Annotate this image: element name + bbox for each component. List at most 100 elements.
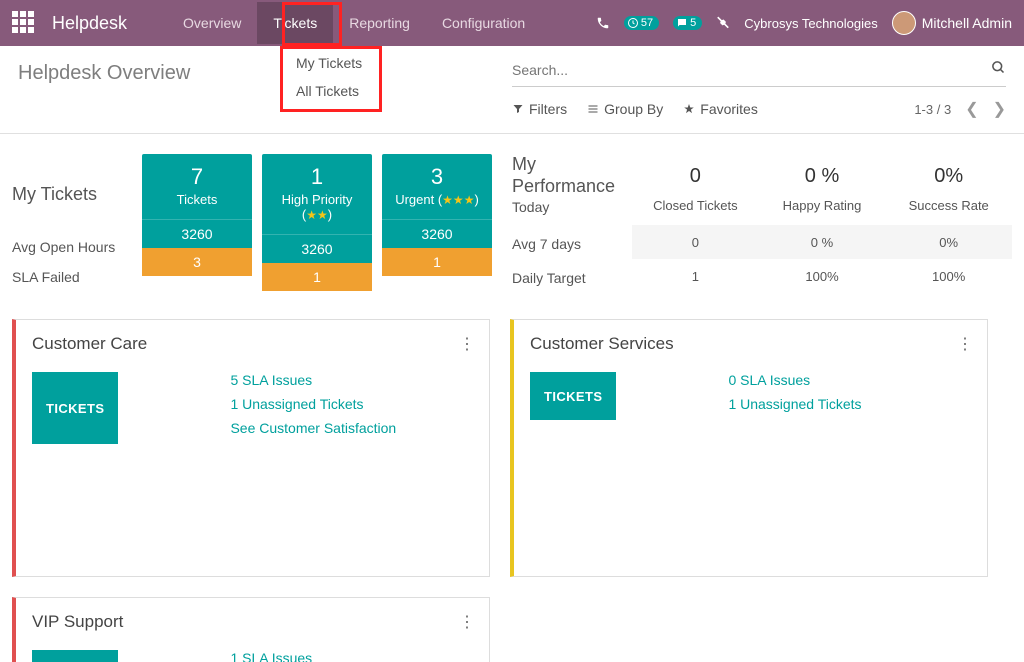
team-link[interactable]: 1 Unassigned Tickets xyxy=(230,396,473,412)
happy-rating-value: 0 % xyxy=(759,154,886,198)
avg-7days-label: Avg 7 days xyxy=(512,227,632,261)
stack-hp-bot: 1 xyxy=(262,263,372,291)
stack-tickets[interactable]: 7 Tickets 3260 3 xyxy=(142,154,252,299)
happy-rating-label: Happy Rating xyxy=(759,198,886,213)
groupby-label: Group By xyxy=(604,101,663,117)
stack-urgent-bot: 1 xyxy=(382,248,492,276)
team-title: VIP Support xyxy=(32,612,473,632)
perf-col-closed: 0 Closed Tickets 0 1 xyxy=(632,154,759,299)
filters-label: Filters xyxy=(529,101,567,117)
stack-tickets-mid: 3260 xyxy=(142,219,252,248)
team-link[interactable]: 1 Unassigned Tickets xyxy=(728,396,971,412)
daily-target-label: Daily Target xyxy=(512,261,632,295)
team-link[interactable]: See Customer Satisfaction xyxy=(230,420,473,436)
team-links: 1 SLA Issues xyxy=(230,650,473,662)
user-menu[interactable]: Mitchell Admin xyxy=(892,11,1012,35)
highlight-tickets-dropdown xyxy=(280,46,382,112)
navbar: Helpdesk Overview Tickets Reporting Conf… xyxy=(0,0,1024,46)
search-wrap xyxy=(512,56,1006,87)
tickets-button[interactable]: TICKETS xyxy=(32,372,118,444)
messages-count: 5 xyxy=(690,17,696,29)
teams: Customer Care ⋮ TICKETS 5 SLA Issues 1 U… xyxy=(12,319,1012,662)
stack-urgent[interactable]: 3 Urgent (★★★) 3260 1 xyxy=(382,154,492,299)
pager-next[interactable]: ❯ xyxy=(993,99,1006,119)
user-name: Mitchell Admin xyxy=(922,15,1012,31)
filters-button[interactable]: Filters xyxy=(512,101,567,117)
groupby-button[interactable]: Group By xyxy=(587,101,663,117)
success-avg7: 0% xyxy=(885,225,1012,259)
team-title: Customer Services xyxy=(530,334,971,354)
stack-high-priority[interactable]: 1 High Priority(★★) 3260 1 xyxy=(262,154,372,299)
sla-failed-label: SLA Failed xyxy=(12,269,142,285)
avatar xyxy=(892,11,916,35)
dashboard-row: My Tickets Avg Open Hours SLA Failed 7 T… xyxy=(12,154,1012,299)
tickets-button[interactable]: TICKETS xyxy=(530,372,616,420)
stack-urgent-mid: 3260 xyxy=(382,219,492,248)
stack-hp-mid: 3260 xyxy=(262,234,372,263)
my-tickets-heading: My Tickets xyxy=(12,184,142,205)
apps-icon[interactable] xyxy=(12,11,36,35)
tickets-button[interactable]: TICKETS xyxy=(32,650,118,662)
closed-target: 1 xyxy=(632,259,759,293)
success-rate-value: 0% xyxy=(885,154,1012,198)
activity-badge[interactable]: 57 xyxy=(624,16,659,30)
nav-link-overview[interactable]: Overview xyxy=(167,2,257,44)
messages-badge[interactable]: 5 xyxy=(673,16,702,30)
stack-tickets-num: 7 xyxy=(146,164,248,190)
success-rate-label: Success Rate xyxy=(885,198,1012,213)
team-customer-care: Customer Care ⋮ TICKETS 5 SLA Issues 1 U… xyxy=(12,319,490,577)
pager-prev[interactable]: ❮ xyxy=(965,99,978,119)
stack-hp-label: High Priority xyxy=(282,192,353,207)
favorites-button[interactable]: Favorites xyxy=(683,101,758,117)
kebab-icon[interactable]: ⋮ xyxy=(957,334,973,354)
stack-cards: 7 Tickets 3260 3 1 High Priority(★★) 326… xyxy=(142,154,492,299)
performance-labels: My Performance Today Avg 7 days Daily Ta… xyxy=(512,154,632,299)
brand[interactable]: Helpdesk xyxy=(52,13,127,34)
kebab-icon[interactable]: ⋮ xyxy=(459,612,475,632)
pager: 1-3 / 3 ❮ ❯ xyxy=(914,99,1006,119)
stack-tickets-bot: 3 xyxy=(142,248,252,276)
team-vip-support: VIP Support ⋮ TICKETS 1 SLA Issues xyxy=(12,597,490,662)
performance-heading: My Performance xyxy=(512,154,632,197)
performance-today: Today xyxy=(512,199,632,215)
main[interactable]: My Tickets Avg Open Hours SLA Failed 7 T… xyxy=(0,134,1024,662)
stack-urgent-stars: ★★★ xyxy=(442,193,474,207)
phone-icon[interactable] xyxy=(596,16,610,30)
happy-target: 100% xyxy=(759,259,886,293)
star-icon xyxy=(683,103,695,115)
nav-right: 57 5 Cybrosys Technologies Mitchell Admi… xyxy=(596,11,1012,35)
filter-icon xyxy=(512,103,524,115)
nav-links: Overview Tickets Reporting Configuration xyxy=(167,2,541,44)
happy-avg7: 0 % xyxy=(759,225,886,259)
stack-urgent-label: Urgent xyxy=(395,192,434,207)
highlight-tickets-tab xyxy=(282,2,342,46)
pager-text: 1-3 / 3 xyxy=(914,102,951,117)
nav-link-configuration[interactable]: Configuration xyxy=(426,2,541,44)
avg-open-hours-label: Avg Open Hours xyxy=(12,239,142,255)
stack-hp-stars: ★★ xyxy=(306,208,328,222)
company-switcher[interactable]: Cybrosys Technologies xyxy=(744,16,877,31)
favorites-label: Favorites xyxy=(700,101,758,117)
closed-tickets-value: 0 xyxy=(632,154,759,198)
search-icon[interactable] xyxy=(991,60,1006,80)
kebab-icon[interactable]: ⋮ xyxy=(459,334,475,354)
activity-count: 57 xyxy=(641,17,653,29)
stack-hp-num: 1 xyxy=(266,164,368,190)
team-link[interactable]: 1 SLA Issues xyxy=(230,650,473,662)
list-icon xyxy=(587,103,599,115)
control-panel: Helpdesk Overview Filters Group By Favor… xyxy=(0,46,1024,134)
my-tickets-labels: My Tickets Avg Open Hours SLA Failed xyxy=(12,154,142,299)
page-title: Helpdesk Overview xyxy=(18,56,512,91)
tools-icon[interactable] xyxy=(716,16,730,30)
team-link[interactable]: 0 SLA Issues xyxy=(728,372,971,388)
team-title: Customer Care xyxy=(32,334,473,354)
closed-avg7: 0 xyxy=(632,225,759,259)
team-link[interactable]: 5 SLA Issues xyxy=(230,372,473,388)
search-input[interactable] xyxy=(512,62,991,78)
team-links: 0 SLA Issues 1 Unassigned Tickets xyxy=(728,372,971,420)
nav-link-reporting[interactable]: Reporting xyxy=(333,2,426,44)
stack-tickets-label: Tickets xyxy=(146,192,248,207)
filter-row: Filters Group By Favorites 1-3 / 3 ❮ ❯ xyxy=(512,99,1006,119)
team-links: 5 SLA Issues 1 Unassigned Tickets See Cu… xyxy=(230,372,473,444)
closed-tickets-label: Closed Tickets xyxy=(632,198,759,213)
